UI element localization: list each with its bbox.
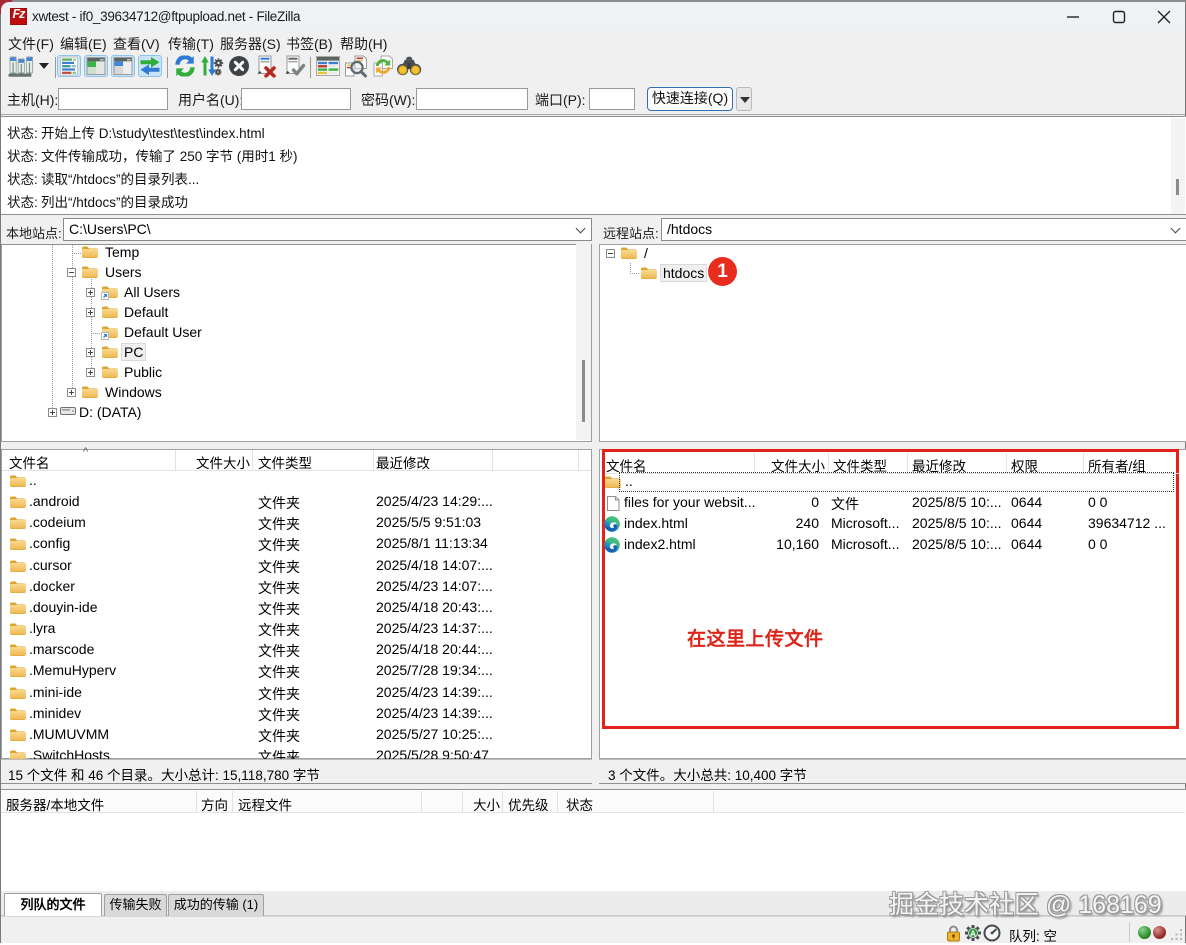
svg-text:A: A (970, 928, 976, 938)
